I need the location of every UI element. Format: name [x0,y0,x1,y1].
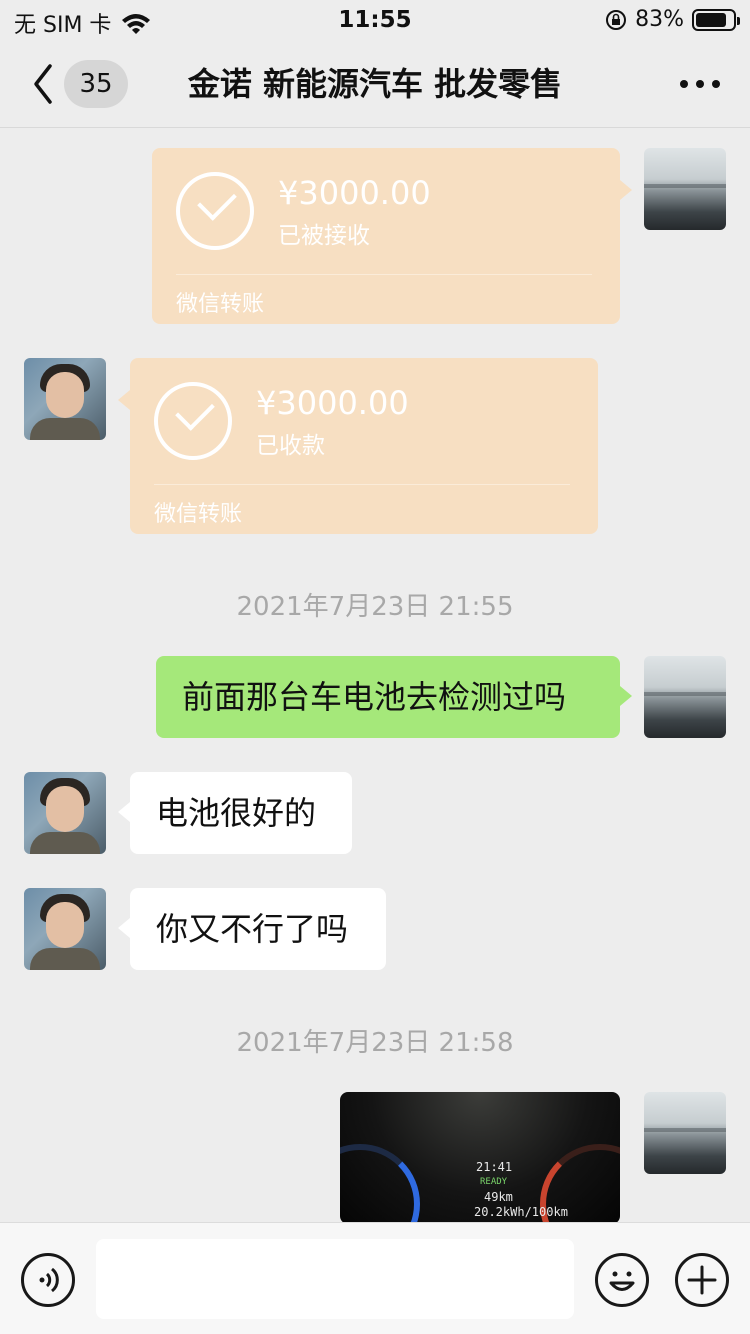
voice-glyph [39,1267,59,1293]
message-text: 前面那台车电池去检测过吗 [182,678,567,716]
divider [176,274,592,275]
bubble-tail [118,802,130,822]
battery-icon [692,8,740,31]
avatar-body [30,418,100,440]
received-message-bubble[interactable]: 你又不行了吗 [118,888,386,970]
transfer-status: 已收款 [256,433,325,459]
contact-avatar[interactable] [24,772,106,854]
battery-percent: 83% [635,7,684,32]
dash-ready: READY [480,1177,508,1187]
bubble-tail [118,390,130,410]
transfer-status: 已被接收 [278,223,370,249]
bubble-tail [118,918,130,938]
rotation-lock-icon [606,9,627,30]
message-timestamp: 2021年7月23日 21:58 [236,1028,514,1058]
more-icon[interactable] [680,72,720,96]
avatar-body [30,948,100,970]
transfer-caption: 微信转账 [176,292,265,317]
message-text: 你又不行了吗 [156,910,349,948]
bubble-tail [620,686,632,706]
transfer-caption: 微信转账 [154,502,243,527]
plus-icon[interactable] [675,1253,729,1307]
plus-glyph [687,1265,717,1295]
received-message-bubble[interactable]: 电池很好的 [118,772,352,854]
bubble-tail [620,180,632,200]
emoji-icon[interactable] [595,1253,649,1307]
emoji-glyph [609,1271,635,1291]
avatar-body [30,832,100,854]
check-icon [176,172,254,250]
status-right: 83% [605,7,740,32]
my-avatar[interactable] [644,148,726,230]
dashboard-gauge-left [340,1144,420,1224]
message-timestamp: 2021年7月23日 21:55 [236,592,514,622]
dashboard-readout: 21:41 READY 49km 20.2kWh/100km [450,1160,568,1220]
more-dot [680,80,688,88]
sent-message-bubble[interactable]: 前面那台车电池去检测过吗 [156,656,632,738]
avatar-face [46,372,84,418]
message-input[interactable] [96,1239,574,1319]
chat-header: 35 金诺 新能源汽车 批发零售 [0,40,750,128]
message-text: 电池很好的 [156,794,317,832]
dash-range: 49km [484,1190,513,1204]
battery-fill [696,12,726,27]
transfer-card-received[interactable]: ¥3000.00 已收款 微信转账 [118,358,598,534]
contact-avatar[interactable] [24,358,106,440]
contact-avatar[interactable] [24,888,106,970]
more-dot [712,80,720,88]
more-dot [696,80,704,88]
avatar-face [46,902,84,948]
chat-input-bar [0,1222,750,1334]
transfer-amount: ¥3000.00 [278,174,431,212]
divider [154,484,570,485]
transfer-amount: ¥3000.00 [256,384,409,422]
my-avatar[interactable] [644,656,726,738]
dash-consumption: 20.2kWh/100km [474,1205,568,1219]
dash-clock: 21:41 [476,1160,513,1174]
my-avatar[interactable] [644,1092,726,1174]
transfer-card-sent[interactable]: ¥3000.00 已被接收 微信转账 [152,148,632,324]
check-icon [154,382,232,460]
avatar-face [46,786,84,832]
image-message-dashboard-photo[interactable]: 21:41 READY 49km 20.2kWh/100km [340,1092,620,1224]
voice-icon[interactable] [21,1253,75,1307]
chat-title: 金诺 新能源汽车 批发零售 [187,65,563,103]
status-bar: 无 SIM 卡 11:55 83% [0,0,750,40]
